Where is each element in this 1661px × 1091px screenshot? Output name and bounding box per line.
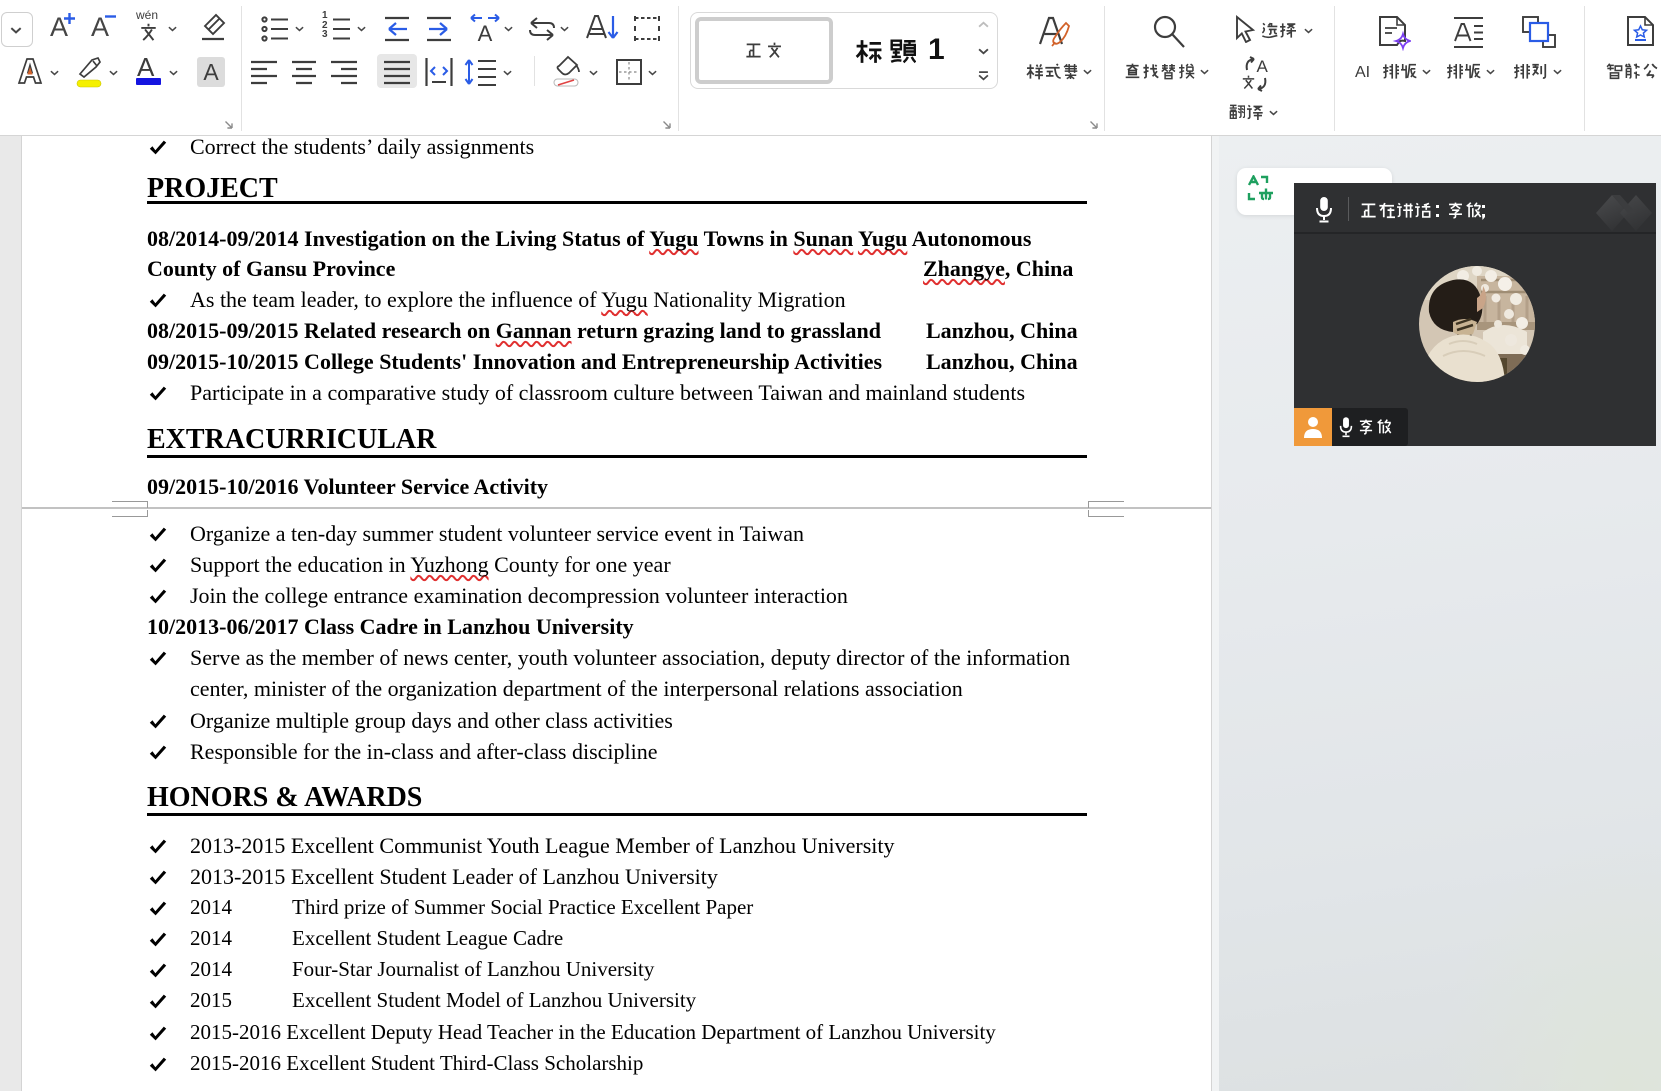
svg-text:A: A <box>1257 57 1269 76</box>
svg-text:A: A <box>478 21 493 44</box>
